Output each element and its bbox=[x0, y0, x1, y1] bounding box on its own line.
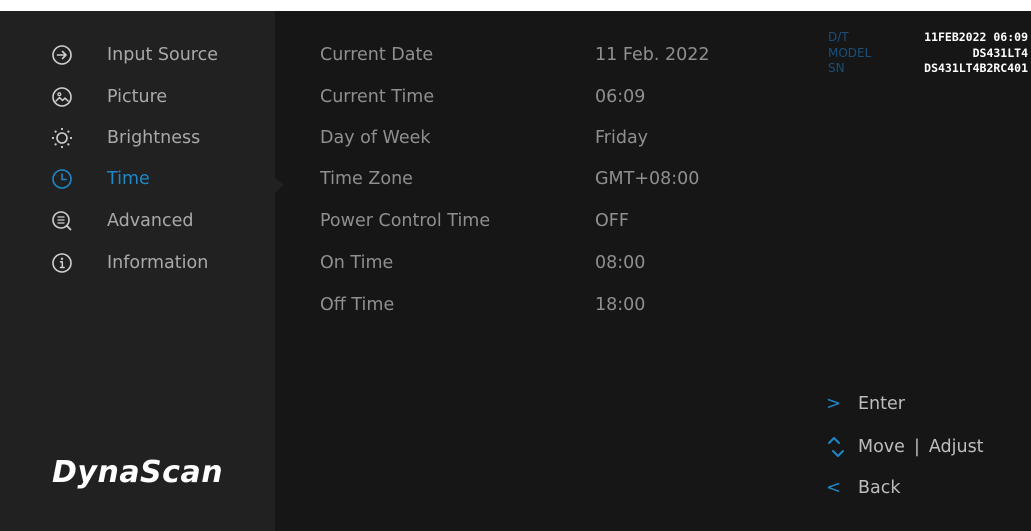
osd-screen: Input Source Picture Brightness Time Adv bbox=[0, 11, 1031, 531]
picture-icon bbox=[51, 86, 73, 108]
info-row-serial: SN DS431LT4B2RC401 bbox=[828, 61, 1028, 77]
sidebar-item-picture[interactable]: Picture bbox=[51, 82, 167, 112]
sidebar-item-brightness[interactable]: Brightness bbox=[51, 123, 200, 153]
info-label: D/T bbox=[828, 30, 849, 44]
sidebar-item-label: Information bbox=[107, 253, 209, 273]
chevron-right-icon: > bbox=[826, 393, 842, 414]
setting-value: GMT+08:00 bbox=[595, 169, 700, 189]
input-source-icon bbox=[51, 44, 73, 66]
setting-label: Day of Week bbox=[320, 128, 431, 148]
sidebar-item-label: Time bbox=[107, 169, 150, 189]
setting-label: Time Zone bbox=[320, 169, 413, 189]
info-value: DS431LT4 bbox=[972, 45, 1028, 60]
sidebar-item-label: Input Source bbox=[107, 45, 218, 65]
active-item-pointer bbox=[272, 175, 284, 195]
hint-back: < Back bbox=[826, 477, 901, 498]
info-label: SN bbox=[828, 61, 845, 75]
dynascan-logo: DynaScan bbox=[52, 455, 224, 490]
sidebar-item-label: Brightness bbox=[107, 128, 201, 148]
setting-label: Current Date bbox=[320, 45, 434, 65]
sidebar-item-time[interactable]: Time bbox=[51, 164, 150, 194]
setting-power-control-time[interactable]: Power Control Time OFF bbox=[320, 206, 780, 236]
info-row-datetime: D/T 11FEB2022 06:09 bbox=[828, 30, 1028, 46]
setting-current-time[interactable]: Current Time 06:09 bbox=[320, 82, 780, 112]
info-row-model: MODEL DS431LT4 bbox=[828, 46, 1028, 62]
setting-value: 18:00 bbox=[595, 295, 646, 315]
sidebar-item-label: Advanced bbox=[107, 211, 194, 231]
sidebar-item-information[interactable]: Information bbox=[51, 248, 208, 278]
sidebar-menu: Input Source Picture Brightness Time Adv bbox=[0, 11, 275, 531]
hint-back-label: Back bbox=[858, 477, 901, 498]
info-value: 11FEB2022 06:09 bbox=[924, 30, 1028, 44]
setting-value: Friday bbox=[595, 128, 649, 148]
hint-enter: > Enter bbox=[826, 393, 905, 414]
setting-value: 08:00 bbox=[595, 253, 646, 273]
sidebar-item-input-source[interactable]: Input Source bbox=[51, 40, 218, 70]
setting-label: Power Control Time bbox=[320, 211, 491, 231]
setting-label: On Time bbox=[320, 253, 394, 273]
setting-value: 06:09 bbox=[595, 87, 646, 107]
info-icon bbox=[51, 252, 73, 274]
info-label: MODEL bbox=[828, 45, 872, 60]
setting-off-time[interactable]: Off Time 18:00 bbox=[320, 290, 780, 320]
setting-on-time[interactable]: On Time 08:00 bbox=[320, 248, 780, 278]
clock-icon bbox=[51, 168, 73, 190]
sidebar-item-label: Picture bbox=[107, 87, 168, 107]
device-info-panel: D/T 11FEB2022 06:09 MODEL DS431LT4 SN DS… bbox=[828, 30, 1028, 77]
setting-label: Off Time bbox=[320, 295, 395, 315]
up-down-arrows-icon bbox=[826, 435, 858, 459]
setting-current-date[interactable]: Current Date 11 Feb. 2022 bbox=[320, 40, 780, 70]
brightness-icon bbox=[51, 127, 73, 149]
advanced-icon bbox=[51, 210, 73, 232]
hint-separator: | bbox=[913, 437, 920, 457]
setting-day-of-week[interactable]: Day of Week Friday bbox=[320, 123, 780, 153]
hint-move-label: Move bbox=[858, 437, 905, 457]
setting-time-zone[interactable]: Time Zone GMT+08:00 bbox=[320, 164, 780, 194]
setting-value: OFF bbox=[595, 211, 629, 231]
sidebar-item-advanced[interactable]: Advanced bbox=[51, 206, 193, 236]
hint-move-adjust: Move | Adjust bbox=[826, 435, 984, 459]
hint-adjust-label: Adjust bbox=[928, 437, 984, 457]
chevron-left-icon: < bbox=[826, 477, 842, 498]
setting-value: 11 Feb. 2022 bbox=[595, 45, 710, 65]
hint-enter-label: Enter bbox=[858, 393, 905, 414]
info-value: DS431LT4B2RC401 bbox=[924, 61, 1028, 75]
setting-label: Current Time bbox=[320, 87, 435, 107]
